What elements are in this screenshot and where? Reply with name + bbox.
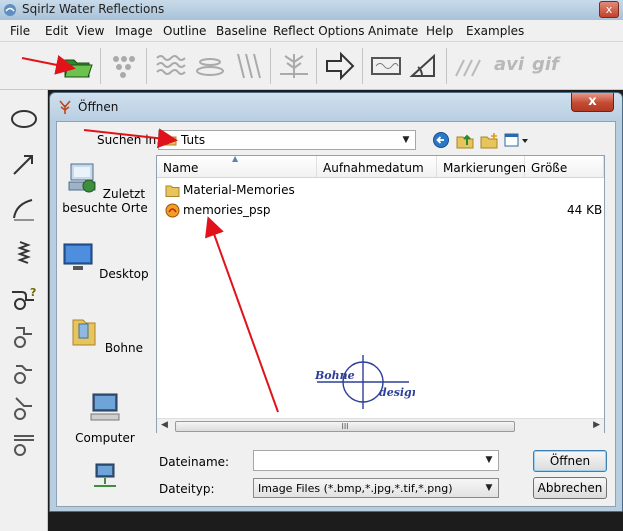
place-user-label: Bohne bbox=[104, 341, 143, 355]
folder-icon bbox=[165, 185, 180, 197]
avi-button[interactable]: avi bbox=[494, 54, 524, 75]
file-list: Name ▲ Aufnahmedatum Markierungen Größe … bbox=[156, 154, 605, 433]
sort-ascending-icon: ▲ bbox=[232, 154, 239, 163]
svg-text:?: ? bbox=[30, 286, 36, 299]
place-desktop[interactable]: Desktop bbox=[59, 240, 151, 281]
menu-help[interactable]: Help bbox=[426, 24, 453, 38]
place-user[interactable]: Bohne bbox=[59, 314, 151, 355]
app-logo-icon bbox=[4, 4, 16, 16]
baseline-help-icon[interactable]: ? bbox=[8, 282, 40, 312]
baseline-tool-3-icon[interactable] bbox=[8, 392, 40, 422]
place-computer[interactable]: Computer bbox=[59, 390, 151, 445]
dialog-body: Suchen in: Tuts ▼ Zuletzt besuchte Orte … bbox=[56, 121, 616, 507]
menu-edit[interactable]: Edit bbox=[45, 24, 68, 38]
baseline-tool-1-icon[interactable] bbox=[8, 320, 40, 350]
menu-examples[interactable]: Examples bbox=[466, 24, 524, 38]
menu-reflect-options[interactable]: Reflect Options bbox=[273, 24, 365, 38]
open-folder-icon[interactable] bbox=[62, 50, 94, 82]
menu-view[interactable]: View bbox=[76, 24, 104, 38]
horizontal-scrollbar[interactable]: ◀ III ▶ bbox=[157, 418, 604, 433]
speed-icon[interactable] bbox=[452, 50, 484, 82]
menu-file[interactable]: File bbox=[10, 24, 30, 38]
rain-icon[interactable] bbox=[232, 50, 264, 82]
psp-file-icon bbox=[165, 203, 180, 218]
ellipse-tool-icon[interactable] bbox=[8, 104, 40, 134]
file-size: 44 KB bbox=[567, 203, 603, 217]
table-row[interactable]: Material-Memories bbox=[163, 182, 313, 200]
network-icon bbox=[94, 463, 116, 487]
watermark-left: Bohne bbox=[314, 369, 355, 382]
place-recent[interactable]: Zuletzt besuchte Orte bbox=[59, 160, 151, 215]
ripples-icon[interactable] bbox=[194, 50, 226, 82]
open-dialog: Öffnen x Suchen in: Tuts ▼ Zuletzt besuc… bbox=[49, 92, 623, 512]
dialog-app-icon bbox=[59, 100, 71, 114]
watermark-right: design bbox=[379, 386, 415, 399]
app-title: Sqirlz Water Reflections bbox=[22, 2, 165, 16]
back-icon[interactable] bbox=[431, 131, 451, 149]
dialog-title: Öffnen bbox=[78, 100, 119, 114]
menubar: File Edit View Image Outline Baseline Re… bbox=[0, 20, 623, 42]
main-toolbar: avi gif bbox=[0, 42, 623, 90]
column-date[interactable]: Aufnahmedatum bbox=[317, 156, 437, 178]
left-tool-palette: ? bbox=[0, 90, 48, 531]
chevron-down-icon[interactable]: ▼ bbox=[482, 453, 496, 467]
open-button[interactable]: Öffnen bbox=[533, 450, 607, 472]
watermark-logo: Bohne design bbox=[314, 355, 415, 409]
file-name: memories_psp bbox=[183, 203, 271, 217]
places-bar: Zuletzt besuchte Orte Desktop Bohne Comp… bbox=[59, 156, 151, 496]
menu-outline[interactable]: Outline bbox=[163, 24, 206, 38]
waves-icon[interactable] bbox=[155, 50, 187, 82]
desktop-icon bbox=[63, 243, 93, 270]
up-folder-icon[interactable] bbox=[455, 131, 475, 149]
menu-baseline[interactable]: Baseline bbox=[216, 24, 267, 38]
zigzag-tool-icon[interactable] bbox=[8, 238, 40, 268]
recent-places-icon bbox=[68, 163, 96, 193]
chevron-down-icon[interactable]: ▼ bbox=[482, 481, 496, 495]
look-in-combo[interactable]: Tuts ▼ bbox=[158, 130, 416, 150]
filetype-value: Image Files (*.bmp,*.jpg,*.tif,*.png) bbox=[258, 482, 453, 495]
line-tool-icon[interactable] bbox=[8, 150, 40, 180]
reflect-tree-icon[interactable] bbox=[278, 50, 310, 82]
gif-button[interactable]: gif bbox=[532, 54, 559, 75]
chevron-down-icon[interactable]: ▼ bbox=[399, 133, 413, 147]
filename-label: Dateiname: bbox=[159, 455, 230, 469]
look-in-label: Suchen in: bbox=[97, 133, 161, 147]
angle-icon[interactable] bbox=[408, 50, 440, 82]
menu-image[interactable]: Image bbox=[115, 24, 153, 38]
arrow-right-icon[interactable] bbox=[324, 50, 356, 82]
cancel-button[interactable]: Abbrechen bbox=[533, 477, 607, 499]
place-desktop-label: Desktop bbox=[99, 267, 149, 281]
column-tags[interactable]: Markierungen bbox=[437, 156, 526, 178]
place-network[interactable] bbox=[59, 462, 151, 503]
scroll-left-icon[interactable]: ◀ bbox=[161, 420, 168, 430]
frame-icon[interactable] bbox=[370, 50, 402, 82]
scroll-right-icon[interactable]: ▶ bbox=[593, 420, 600, 430]
computer-icon bbox=[90, 393, 120, 421]
baseline-tool-2-icon[interactable] bbox=[8, 356, 40, 386]
user-folder-icon bbox=[72, 319, 96, 346]
dots-icon[interactable] bbox=[108, 50, 140, 82]
filetype-label: Dateityp: bbox=[159, 482, 215, 496]
filename-input[interactable]: ▼ bbox=[253, 450, 499, 471]
curve-tool-icon[interactable] bbox=[8, 194, 40, 224]
filetype-select[interactable]: Image Files (*.bmp,*.jpg,*.tif,*.png) ▼ bbox=[253, 478, 499, 498]
folder-icon bbox=[163, 135, 177, 146]
place-computer-label: Computer bbox=[75, 431, 135, 445]
file-name: Material-Memories bbox=[183, 183, 295, 197]
app-close-button[interactable]: x bbox=[599, 1, 619, 18]
new-folder-icon[interactable] bbox=[479, 131, 499, 149]
baseline-tool-4-icon[interactable] bbox=[8, 428, 40, 458]
app-title-bar: Sqirlz Water Reflections x bbox=[0, 0, 623, 20]
look-in-value: Tuts bbox=[181, 133, 206, 147]
dialog-close-button[interactable]: x bbox=[571, 93, 614, 112]
column-size[interactable]: Größe bbox=[525, 156, 604, 178]
table-row[interactable]: memories_psp bbox=[163, 202, 313, 220]
menu-animate[interactable]: Animate bbox=[368, 24, 418, 38]
scroll-thumb[interactable]: III bbox=[175, 421, 515, 432]
view-menu-icon[interactable] bbox=[503, 131, 529, 149]
